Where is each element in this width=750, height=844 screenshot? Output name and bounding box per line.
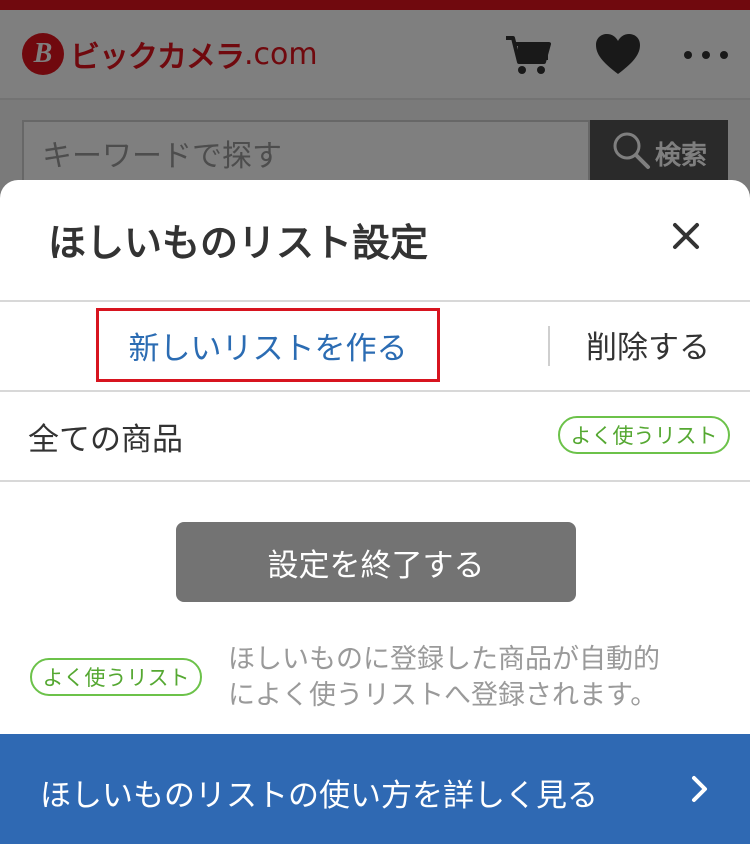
frequently-used-badge: よく使うリスト	[558, 416, 730, 454]
note-line-2: によく使うリストへ登録されます。	[228, 680, 658, 711]
divider	[0, 480, 750, 482]
list-item-label: 全ての商品	[28, 422, 183, 458]
chevron-right-icon	[690, 774, 710, 808]
note-line-1: ほしいものに登録した商品が自動的	[228, 644, 660, 675]
close-icon	[672, 222, 700, 254]
create-new-list-button[interactable]: 新しいリストを作る	[96, 308, 440, 382]
delete-button[interactable]: 削除する	[586, 322, 710, 367]
finish-settings-button[interactable]: 設定を終了する	[176, 522, 576, 602]
sheet-title: ほしいものリスト設定	[48, 221, 429, 265]
how-to-use-label: ほしいものリストの使い方を詳しく見る	[40, 778, 598, 814]
wishlist-settings-sheet: ほしいものリスト設定 新しいリストを作る 削除する 全ての商品 よく使うリスト …	[0, 180, 750, 844]
auto-register-note: ほしいものに登録した商品が自動的 によく使うリストへ登録されます。	[228, 642, 728, 714]
list-item[interactable]: 全ての商品 よく使うリスト	[0, 392, 750, 480]
how-to-use-link[interactable]: ほしいものリストの使い方を詳しく見る	[0, 734, 750, 844]
list-actions: 新しいリストを作る 削除する	[0, 302, 750, 390]
action-separator	[548, 326, 550, 366]
note-badge: よく使うリスト	[30, 658, 202, 696]
close-button[interactable]	[664, 216, 708, 260]
